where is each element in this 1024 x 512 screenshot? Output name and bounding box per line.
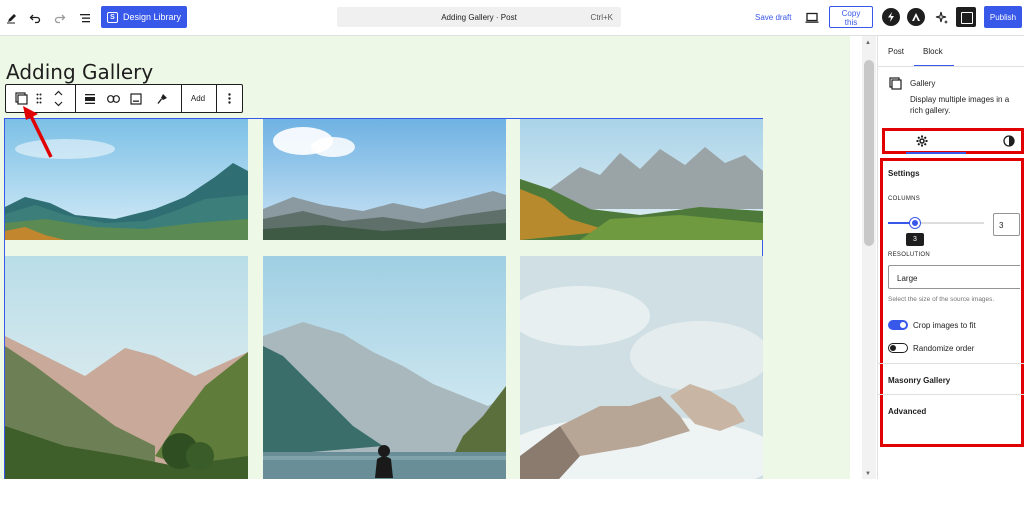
resolution-label: RESOLUTION xyxy=(888,252,931,258)
preview-device-icon[interactable] xyxy=(802,8,822,28)
tab-post[interactable]: Post xyxy=(888,47,904,56)
columns-tooltip: 3 xyxy=(906,233,924,246)
document-overview-icon[interactable] xyxy=(75,8,95,28)
columns-number-input[interactable]: 3 xyxy=(993,213,1020,236)
toolbar-divider xyxy=(181,85,182,112)
page-title[interactable]: Adding Gallery xyxy=(6,60,153,84)
settings-sidebar: Post Block Gallery Display multiple imag… xyxy=(877,36,1024,479)
settings-panel-toggle-icon[interactable] xyxy=(956,7,976,27)
caption-icon[interactable] xyxy=(126,85,146,112)
resolution-select[interactable]: Large xyxy=(888,265,1020,289)
gallery-block[interactable] xyxy=(4,118,763,479)
redo-icon[interactable] xyxy=(50,8,70,28)
pen-tool-icon[interactable] xyxy=(2,8,22,28)
editor-canvas[interactable]: Adding Gallery Add xyxy=(0,36,850,479)
columns-label: COLUMNS xyxy=(888,196,921,202)
page-bottom-area xyxy=(0,479,1024,512)
gallery-image-2[interactable] xyxy=(263,119,506,240)
link-icon[interactable] xyxy=(103,85,123,112)
astra-icon[interactable] xyxy=(907,8,925,26)
shortcut-hint: Ctrl+K xyxy=(590,13,613,22)
gallery-image-4[interactable] xyxy=(5,256,248,479)
toolbar-divider xyxy=(75,85,76,112)
more-options-icon[interactable] xyxy=(220,85,238,112)
align-icon[interactable] xyxy=(80,85,100,112)
document-title: Adding Gallery · Post xyxy=(441,13,517,22)
settings-panel-title[interactable]: Settings xyxy=(888,169,920,178)
resolution-help-text: Select the size of the source images. xyxy=(888,296,995,303)
block-card-description: Display multiple images in a rich galler… xyxy=(910,95,1010,115)
tab-block[interactable]: Block xyxy=(923,47,943,56)
crop-images-label: Crop images to fit xyxy=(913,321,976,330)
styles-tab-contrast-icon[interactable] xyxy=(1003,135,1015,149)
masonry-gallery-panel[interactable]: Masonry Gallery xyxy=(888,376,950,385)
columns-slider-handle[interactable] xyxy=(910,218,920,228)
canvas-scrollbar-thumb[interactable] xyxy=(864,60,874,246)
design-library-button[interactable]: S Design Library xyxy=(101,6,187,28)
divider xyxy=(878,363,1024,364)
command-palette-bar[interactable]: Adding Gallery · Post Ctrl+K xyxy=(337,7,621,27)
annotation-arrow-icon xyxy=(23,106,53,158)
add-button[interactable]: Add xyxy=(184,85,212,112)
gallery-image-3[interactable] xyxy=(520,119,763,240)
scroll-up-icon[interactable]: ▲ xyxy=(865,40,871,46)
advanced-panel[interactable]: Advanced xyxy=(888,407,926,416)
randomize-order-toggle[interactable] xyxy=(888,343,908,353)
gallery-image-6[interactable] xyxy=(520,256,763,479)
divider xyxy=(878,66,1024,67)
lightning-plugin-icon[interactable] xyxy=(882,8,900,26)
highlight-marker-icon[interactable] xyxy=(152,85,172,112)
copy-this-line1: Copy xyxy=(841,9,861,18)
gallery-image-5[interactable] xyxy=(263,256,506,479)
publish-button[interactable]: Publish xyxy=(984,6,1022,28)
copy-this-line2: this xyxy=(844,18,858,27)
design-library-label: Design Library xyxy=(123,12,182,22)
design-library-icon: S xyxy=(107,11,118,23)
crop-images-toggle[interactable] xyxy=(888,320,908,330)
settings-tab-gear-icon[interactable] xyxy=(916,135,928,149)
ai-sparkle-icon[interactable] xyxy=(932,8,952,28)
toolbar-divider xyxy=(216,85,217,112)
randomize-order-label: Randomize order xyxy=(913,344,975,353)
divider xyxy=(878,394,1024,395)
undo-icon[interactable] xyxy=(25,8,45,28)
top-toolbar: S Design Library Adding Gallery · Post C… xyxy=(0,0,1024,36)
scroll-down-icon[interactable]: ▼ xyxy=(865,471,871,477)
save-draft-button[interactable]: Save draft xyxy=(755,13,791,22)
copy-this-button[interactable]: Copy this xyxy=(829,6,873,28)
block-card-title: Gallery xyxy=(910,79,936,88)
active-settings-indicator xyxy=(906,152,966,154)
editor-screen: S Design Library Adding Gallery · Post C… xyxy=(0,0,1024,512)
gallery-block-icon xyxy=(889,77,902,92)
